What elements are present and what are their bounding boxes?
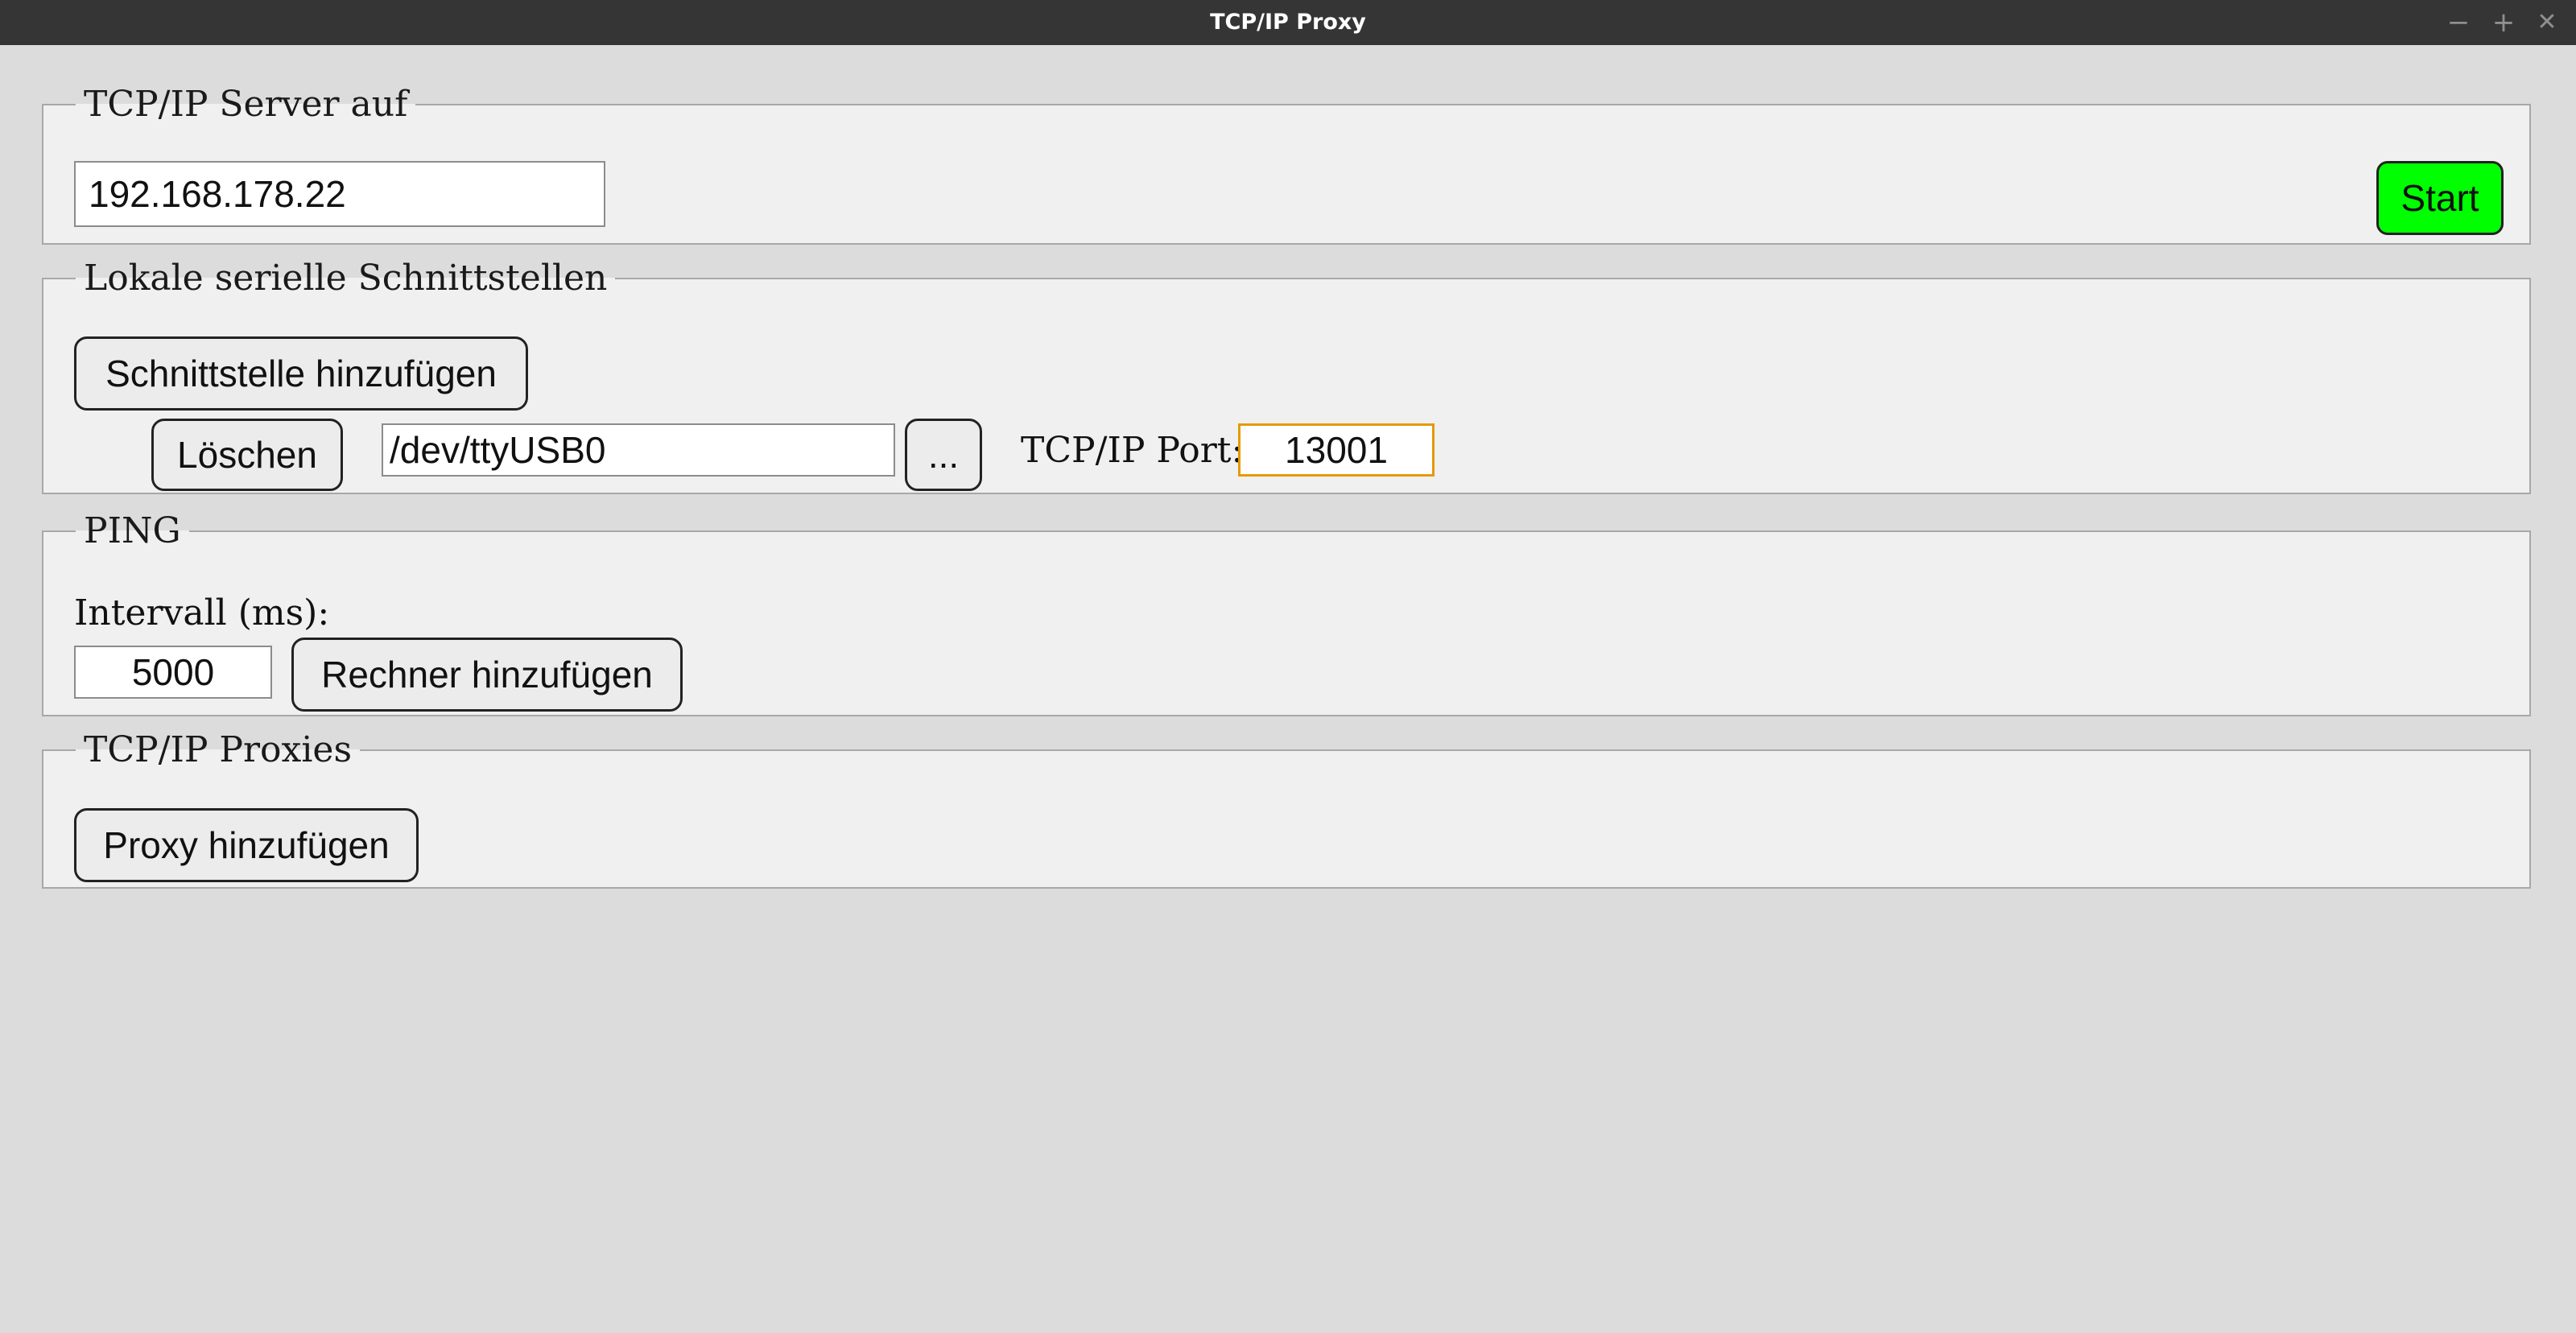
add-proxy-button[interactable]: Proxy hinzufügen [74,808,419,882]
serial-group-legend: Lokale serielle Schnittstellen [84,258,608,299]
ping-group: PING Intervall (ms): Rechner hinzufügen [42,512,2531,716]
server-group-body: Start [43,124,2529,243]
serial-device-input[interactable] [382,423,895,477]
main-window: TCP/IP Server auf Start Lokale serielle … [0,45,2576,1333]
add-interface-button[interactable]: Schnittstelle hinzufügen [74,336,528,411]
proxies-group-body: Proxy hinzufügen [43,770,2529,887]
serial-group: Lokale serielle Schnittstellen Schnittst… [42,259,2531,494]
tcp-port-label: TCP/IP Port: [1021,430,1244,471]
interval-label: Intervall (ms): [74,592,330,633]
window-title: TCP/IP Proxy [1210,10,1366,35]
server-group-legend: TCP/IP Server auf [84,84,408,125]
tcp-port-input[interactable] [1238,423,1435,477]
add-host-button[interactable]: Rechner hinzufügen [291,638,683,712]
maximize-icon[interactable]: + [2486,0,2521,45]
ping-group-legend: PING [84,510,181,551]
interval-input[interactable] [74,646,272,699]
proxies-group-legend: TCP/IP Proxies [84,729,353,770]
browse-device-button[interactable]: ... [905,419,982,491]
server-group: TCP/IP Server auf Start [42,85,2531,245]
minimize-icon[interactable]: − [2441,0,2476,45]
server-address-input[interactable] [74,161,605,227]
delete-interface-button[interactable]: Löschen [151,419,343,491]
title-bar: TCP/IP Proxy − + ✕ [0,0,2576,45]
start-button[interactable]: Start [2376,161,2504,235]
serial-group-body: Schnittstelle hinzufügen Löschen ... TCP… [43,298,2529,493]
proxies-group: TCP/IP Proxies Proxy hinzufügen [42,731,2531,889]
close-icon[interactable]: ✕ [2529,0,2565,45]
ping-group-body: Intervall (ms): Rechner hinzufügen [43,551,2529,715]
